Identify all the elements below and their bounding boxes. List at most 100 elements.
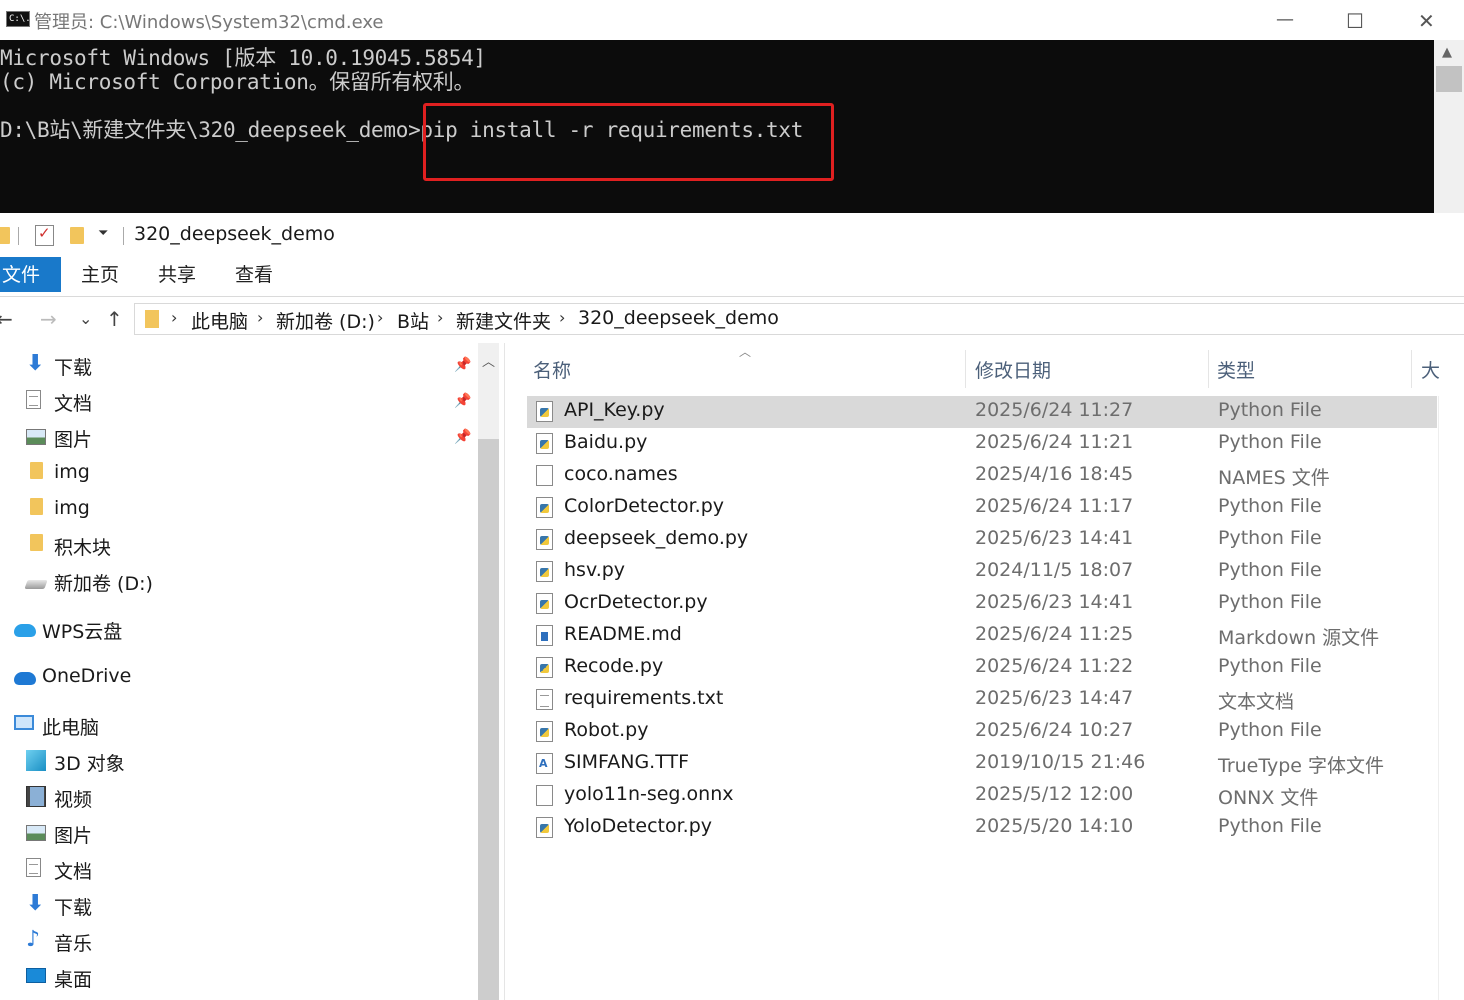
explorer-window-title: 320_deepseek_demo bbox=[134, 223, 335, 245]
chevron-up-icon[interactable]: ︿ bbox=[482, 351, 495, 370]
nav-item-label: 图片 bbox=[54, 825, 93, 847]
python-file-icon bbox=[536, 433, 553, 454]
pin-icon[interactable]: 📌 bbox=[454, 393, 471, 409]
tab-file[interactable]: 文件 bbox=[0, 257, 61, 292]
sort-ascending-icon: ︿ bbox=[739, 345, 752, 359]
properties-icon[interactable]: ✓ bbox=[35, 224, 54, 246]
file-row-yolodetector-py[interactable]: YoloDetector.py 2025/5/20 14:10 Python F… bbox=[527, 812, 1437, 844]
breadcrumb-item[interactable]: 此电脑 bbox=[191, 307, 248, 334]
breadcrumb-item[interactable]: 新加卷 (D:) bbox=[276, 307, 375, 334]
scrollbar-thumb[interactable] bbox=[478, 439, 499, 1000]
file-name: coco.names bbox=[564, 463, 678, 485]
nav-item-label: 图片 bbox=[54, 429, 93, 451]
chevron-right-icon[interactable]: › bbox=[257, 308, 263, 327]
file-row-coco-names[interactable]: coco.names 2025/4/16 18:45 NAMES 文件 bbox=[527, 460, 1437, 492]
breadcrumb-item[interactable]: B站 bbox=[397, 307, 429, 334]
customize-toolbar-icon[interactable]: ⏷ bbox=[98, 226, 108, 241]
file-date: 2025/6/23 14:41 bbox=[975, 527, 1134, 549]
python-file-icon bbox=[536, 561, 553, 582]
file-type: TrueType 字体文件 bbox=[1218, 755, 1385, 777]
file-type: Python File bbox=[1218, 431, 1322, 453]
pin-icon[interactable]: 📌 bbox=[454, 429, 471, 445]
navigation-pane-scrollbar[interactable]: ︿ bbox=[478, 343, 499, 1000]
column-divider[interactable] bbox=[1208, 350, 1209, 388]
file-name: README.md bbox=[564, 623, 682, 645]
file-list-header: ︿ 名称 修改日期 类型 大 bbox=[505, 343, 1464, 393]
nav-item-label: 积木块 bbox=[54, 537, 112, 559]
file-type: Python File bbox=[1218, 495, 1322, 517]
chevron-right-icon[interactable]: › bbox=[171, 308, 177, 327]
file-row-readme-md[interactable]: README.md 2025/6/24 11:25 Markdown 源文件 bbox=[527, 620, 1437, 652]
quick-access-toolbar: ✓ ⏷ 320_deepseek_demo bbox=[0, 213, 1464, 257]
cmd-app-icon: C:\. bbox=[6, 11, 31, 27]
maximize-button[interactable]: ☐ bbox=[1320, 0, 1390, 40]
breadcrumb-item[interactable]: 320_deepseek_demo bbox=[578, 307, 779, 329]
column-header-type[interactable]: 类型 bbox=[1217, 356, 1255, 383]
column-divider[interactable] bbox=[965, 350, 966, 388]
file-row-hsv-py[interactable]: hsv.py 2024/11/5 18:07 Python File bbox=[527, 556, 1437, 588]
close-button[interactable]: ✕ bbox=[1392, 0, 1462, 40]
up-icon[interactable]: ↑ bbox=[106, 307, 123, 331]
column-header-size[interactable]: 大 bbox=[1421, 356, 1440, 383]
python-file-icon bbox=[536, 657, 553, 678]
column-header-name[interactable]: 名称 bbox=[533, 356, 571, 383]
file-row-ocrdetector-py[interactable]: OcrDetector.py 2025/6/23 14:41 Python Fi… bbox=[527, 588, 1437, 620]
file-type: Python File bbox=[1218, 527, 1322, 549]
divider bbox=[123, 227, 124, 245]
file-row-robot-py[interactable]: Robot.py 2025/6/24 10:27 Python File bbox=[527, 716, 1437, 748]
file-row-requirements-txt[interactable]: requirements.txt 2025/6/23 14:47 文本文档 bbox=[527, 684, 1437, 716]
tab-share[interactable]: 共享 bbox=[158, 257, 196, 292]
pin-icon[interactable]: 📌 bbox=[454, 357, 471, 373]
new-folder-icon[interactable] bbox=[70, 227, 84, 244]
close-icon: ✕ bbox=[1418, 9, 1435, 33]
file-list-scrollbar[interactable] bbox=[1438, 396, 1464, 1000]
python-file-icon bbox=[536, 817, 553, 838]
python-file-icon bbox=[536, 529, 553, 550]
folder-icon bbox=[30, 498, 43, 515]
nav-item-label: 桌面 bbox=[54, 969, 93, 991]
tab-home[interactable]: 主页 bbox=[81, 257, 119, 292]
file-type: 文本文档 bbox=[1218, 691, 1295, 713]
column-header-date[interactable]: 修改日期 bbox=[975, 356, 1051, 383]
file-row-api-key-py[interactable]: API_Key.py 2025/6/24 11:27 Python File bbox=[527, 396, 1437, 428]
nav-item-label: 下载 bbox=[54, 357, 93, 379]
file-row-recode-py[interactable]: Recode.py 2025/6/24 11:22 Python File bbox=[527, 652, 1437, 684]
highlight-annotation bbox=[423, 103, 834, 181]
file-row-baidu-py[interactable]: Baidu.py 2025/6/24 11:21 Python File bbox=[527, 428, 1437, 460]
scroll-up-icon[interactable]: ▲ bbox=[1442, 45, 1452, 60]
breadcrumb[interactable]: › 此电脑 › 新加卷 (D:) › B站 › 新建文件夹 › 320_deep… bbox=[134, 303, 1464, 335]
file-name: hsv.py bbox=[564, 559, 626, 581]
font-file-icon bbox=[536, 753, 553, 774]
blank-file-icon bbox=[536, 465, 553, 486]
recent-locations-icon[interactable]: ⌄ bbox=[79, 309, 92, 328]
chevron-right-icon[interactable]: › bbox=[377, 308, 383, 327]
back-icon[interactable]: ← bbox=[0, 307, 13, 331]
cmd-window-title: 管理员: C:\Windows\System32\cmd.exe bbox=[34, 12, 384, 33]
file-row-yolo11n-seg-onnx[interactable]: yolo11n-seg.onnx 2025/5/12 12:00 ONNX 文件 bbox=[527, 780, 1437, 812]
chevron-right-icon[interactable]: › bbox=[437, 308, 443, 327]
video-icon bbox=[26, 786, 46, 807]
cmd-titlebar[interactable]: C:\. 管理员: C:\Windows\System32\cmd.exe — … bbox=[0, 0, 1464, 40]
nav-item-label: WPS云盘 bbox=[42, 621, 123, 643]
python-file-icon bbox=[536, 497, 553, 518]
cmd-console[interactable]: Microsoft Windows [版本 10.0.19045.5854] (… bbox=[0, 40, 1464, 213]
console-line: (c) Microsoft Corporation。保留所有权利。 bbox=[0, 70, 475, 94]
forward-icon[interactable]: → bbox=[40, 307, 57, 331]
download-icon: ⬇ bbox=[26, 351, 45, 376]
desktop-icon bbox=[26, 968, 46, 983]
file-date: 2025/6/24 11:25 bbox=[975, 623, 1134, 645]
folder-icon bbox=[0, 227, 10, 244]
folder-icon bbox=[30, 534, 43, 551]
file-type: Markdown 源文件 bbox=[1218, 627, 1380, 649]
scrollbar-thumb[interactable] bbox=[1436, 66, 1462, 92]
breadcrumb-item[interactable]: 新建文件夹 bbox=[456, 307, 551, 334]
file-row-simfang-ttf[interactable]: SIMFANG.TTF 2019/10/15 21:46 TrueType 字体… bbox=[527, 748, 1437, 780]
nav-item-label: 文档 bbox=[54, 393, 93, 415]
file-row-colordetector-py[interactable]: ColorDetector.py 2025/6/24 11:17 Python … bbox=[527, 492, 1437, 524]
minimize-button[interactable]: — bbox=[1250, 0, 1320, 40]
cmd-scrollbar[interactable]: ▲ bbox=[1434, 40, 1464, 213]
chevron-right-icon[interactable]: › bbox=[559, 308, 565, 327]
file-row-deepseek-demo-py[interactable]: deepseek_demo.py 2025/6/23 14:41 Python … bbox=[527, 524, 1437, 556]
column-divider[interactable] bbox=[1411, 350, 1412, 388]
tab-view[interactable]: 查看 bbox=[235, 257, 273, 292]
